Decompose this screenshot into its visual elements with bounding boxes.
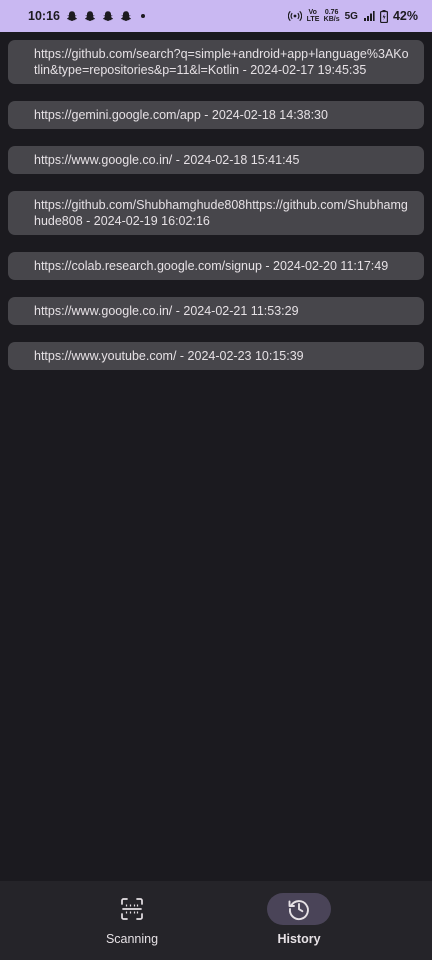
history-item-text: https://gemini.google.com/app - 2024-02-… xyxy=(34,108,328,122)
bottom-navigation-bar: Scanning History xyxy=(0,881,432,960)
history-list: https://github.com/search?q=simple+andro… xyxy=(8,40,424,370)
history-item-text: https://www.google.co.in/ - 2024-02-21 1… xyxy=(34,304,299,318)
history-item-text: https://www.google.co.in/ - 2024-02-18 1… xyxy=(34,153,300,167)
nav-scanning-label: Scanning xyxy=(105,932,159,946)
history-item[interactable]: https://colab.research.google.com/signup… xyxy=(8,252,424,280)
nav-history-active-indicator xyxy=(267,893,331,925)
battery-percent: 42% xyxy=(392,9,418,23)
signal-icon xyxy=(363,10,375,22)
history-item[interactable]: https://github.com/search?q=simple+andro… xyxy=(8,40,424,84)
history-item[interactable]: https://www.google.co.in/ - 2024-02-21 1… xyxy=(8,297,424,325)
nav-history[interactable]: History xyxy=(191,881,407,960)
history-item[interactable]: https://github.com/Shubhamghude808https:… xyxy=(8,191,424,235)
network-speed: 0.76 KB/s xyxy=(324,9,340,23)
snapchat-notification-icon xyxy=(102,10,114,22)
history-item-text: https://github.com/search?q=simple+andro… xyxy=(34,47,409,77)
history-item[interactable]: https://gemini.google.com/app - 2024-02-… xyxy=(8,101,424,129)
speed-unit: KB/s xyxy=(323,16,340,23)
volte-indicator: Vo LTE xyxy=(306,9,320,23)
status-time: 10:16 xyxy=(28,9,60,23)
snapchat-notification-icon xyxy=(84,10,96,22)
history-icon xyxy=(286,896,312,922)
network-type: 5G xyxy=(344,10,358,22)
history-item-text: https://www.youtube.com/ - 2024-02-23 10… xyxy=(34,349,304,363)
scan-icon xyxy=(119,896,145,922)
status-bar: 10:16 Vo LTE 0.76 KB/s 5G 42% xyxy=(0,0,432,32)
hotspot-icon xyxy=(287,10,302,22)
snapchat-notification-icon xyxy=(66,10,78,22)
speed-value: 0.76 xyxy=(324,9,339,16)
nav-scanning-indicator xyxy=(100,893,164,925)
snapchat-notification-icon xyxy=(120,10,132,22)
history-item[interactable]: https://www.google.co.in/ - 2024-02-18 1… xyxy=(8,146,424,174)
history-item[interactable]: https://www.youtube.com/ - 2024-02-23 10… xyxy=(8,342,424,370)
more-notifications-dot-icon xyxy=(140,14,145,18)
nav-history-label: History xyxy=(277,932,321,946)
volte-label: Vo LTE xyxy=(306,9,320,23)
history-item-text: https://github.com/Shubhamghude808https:… xyxy=(34,198,408,228)
history-item-text: https://colab.research.google.com/signup… xyxy=(34,259,389,273)
battery-charging-icon xyxy=(379,9,388,23)
